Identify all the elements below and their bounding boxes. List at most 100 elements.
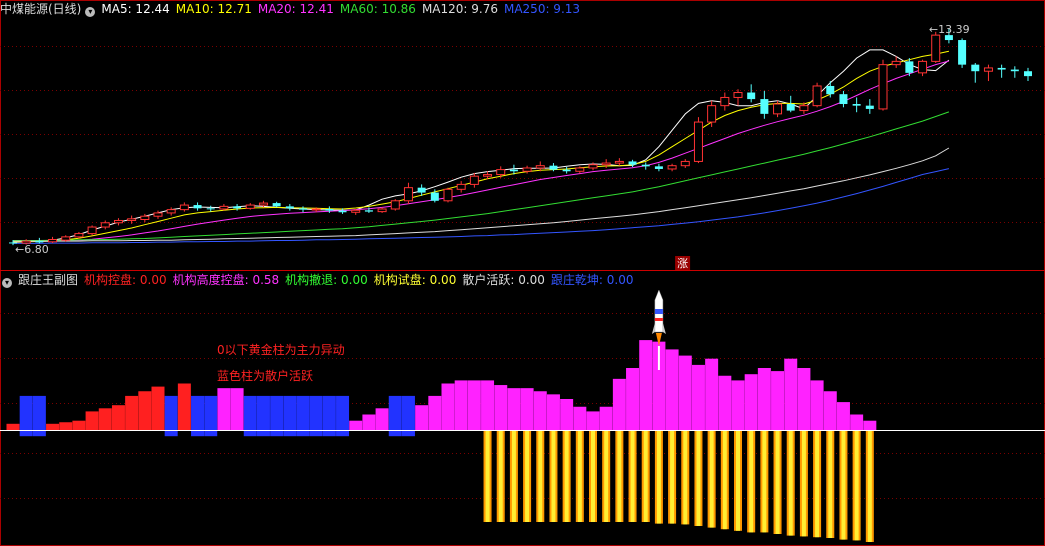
candle-body <box>258 202 268 206</box>
indicator-bar-blue <box>309 395 323 430</box>
candle-body <box>852 104 861 106</box>
indicator-bar-magenta <box>217 388 231 430</box>
candle-body <box>140 215 150 220</box>
chevron-down-icon[interactable]: ▾ <box>2 278 12 288</box>
candle-body <box>496 169 506 176</box>
indicator-bar-magenta <box>349 420 363 430</box>
rocket-icon-fin <box>662 323 666 334</box>
indicator-bar-red <box>111 405 125 430</box>
candle-body <box>74 233 84 238</box>
stock-chart-window: ←13.39 ←6.80 涨 中煤能源(日线) ▾ MA5: 12.44 MA10: 12… <box>0 0 1045 546</box>
candle-body <box>285 206 294 209</box>
candle-body <box>878 64 888 110</box>
indicator-bar-magenta <box>678 355 692 430</box>
indicator-legend: 机构控盘: 0.00 机构高度控盘: 0.58 机构撤退: 0.00 机构试盘: 0.… <box>84 273 639 287</box>
gold-bar-core <box>867 430 872 542</box>
candle-body <box>1010 69 1019 72</box>
candle-body <box>403 187 413 202</box>
candle-body <box>325 208 334 211</box>
gold-bar-core <box>630 430 635 522</box>
indicator-legend-item: 散户活跃: 0.00 <box>462 273 545 287</box>
main-title: 中煤能源(日线) <box>0 2 82 16</box>
candle-body <box>351 209 361 213</box>
indicator-bar-magenta <box>850 414 864 430</box>
indicator-bar-red <box>72 420 86 430</box>
indicator-bar-blue <box>32 395 46 430</box>
sub-title: 跟庄王副图 <box>18 273 79 287</box>
indicator-bar-magenta <box>784 358 798 430</box>
candle-body <box>773 103 783 115</box>
candle-body <box>983 67 993 72</box>
indicator-bar-magenta <box>757 368 771 430</box>
indicator-bar-magenta <box>560 399 574 430</box>
note-blue-bar: 蓝色柱为散户活跃 <box>217 369 314 383</box>
gold-bar-core <box>670 430 675 524</box>
candle-body <box>812 85 822 107</box>
gold-bar-core <box>709 430 714 528</box>
indicator-bar-red <box>98 408 112 430</box>
gold-bar-core <box>736 430 740 531</box>
candle-body <box>1024 71 1032 77</box>
candle-body <box>127 218 137 221</box>
gold-bar-core <box>854 430 859 541</box>
indicator-bar-magenta <box>599 406 613 430</box>
indicator-bar-blue <box>164 395 178 430</box>
indicator-bar-magenta <box>718 375 732 430</box>
candle-body <box>601 162 611 166</box>
indicator-bar-blue <box>296 395 310 430</box>
indicator-bar-magenta <box>823 391 837 430</box>
indicator-bar-magenta <box>415 405 429 430</box>
gold-bar-core <box>564 430 569 522</box>
indicator-bar-magenta <box>771 371 785 430</box>
gold-bar-core <box>591 430 595 522</box>
candle-body <box>799 105 809 112</box>
indicator-bar-magenta <box>454 380 468 430</box>
ma-line-ma60 <box>13 111 950 241</box>
gold-bar-core <box>788 430 793 536</box>
indicator-bar-red <box>59 422 73 430</box>
candle-body <box>61 236 71 241</box>
gold-bar-core <box>577 430 582 522</box>
indicator-bar-magenta <box>626 368 640 430</box>
candle-body <box>733 92 743 98</box>
candle-body <box>233 206 242 209</box>
candle-body <box>905 61 914 73</box>
low-price-label: ←6.80 <box>15 243 49 256</box>
sub-header: ▾ 跟庄王副图 机构控盘: 0.00 机构高度控盘: 0.58 机构撤退: 0.00 机构… <box>0 271 645 289</box>
chevron-down-icon[interactable]: ▾ <box>85 7 96 17</box>
candle-body <box>390 200 400 210</box>
candle-body <box>311 208 321 211</box>
gold-bar-core <box>762 430 767 533</box>
indicator-bar-magenta <box>665 349 679 430</box>
candle-body <box>522 167 532 172</box>
candle-body <box>667 165 677 170</box>
candle-body <box>206 208 215 210</box>
candle-body <box>918 60 928 74</box>
candle-body <box>193 205 202 209</box>
indicator-bar-red <box>85 411 99 430</box>
candle-body <box>87 226 97 235</box>
candle-body <box>509 169 518 172</box>
ma-legend-ma5: MA5: 12.44 <box>101 2 170 16</box>
candle-body <box>826 85 835 95</box>
indicator-bar-blue <box>191 395 205 430</box>
indicator-bar-magenta <box>428 395 442 430</box>
indicator-bar-blue <box>401 395 415 430</box>
indicator-bar-magenta <box>507 388 521 430</box>
ma-legend-ma250: MA250: 9.13 <box>503 2 581 16</box>
candle-body <box>417 187 426 193</box>
candle-body <box>113 219 123 224</box>
candle-body <box>891 60 901 66</box>
gold-bar-core <box>775 430 780 534</box>
candle-body <box>166 209 176 214</box>
candle-body <box>654 166 663 169</box>
gold-bar-core <box>749 430 754 533</box>
indicator-bar-magenta <box>797 368 811 430</box>
indicator-bar-magenta <box>573 406 587 430</box>
candle-body <box>535 165 545 169</box>
indicator-bar-blue <box>336 395 350 430</box>
gold-bar-core <box>485 430 490 522</box>
candle-body <box>786 104 795 111</box>
candle-body <box>628 161 637 165</box>
indicator-bar-red <box>125 395 139 430</box>
